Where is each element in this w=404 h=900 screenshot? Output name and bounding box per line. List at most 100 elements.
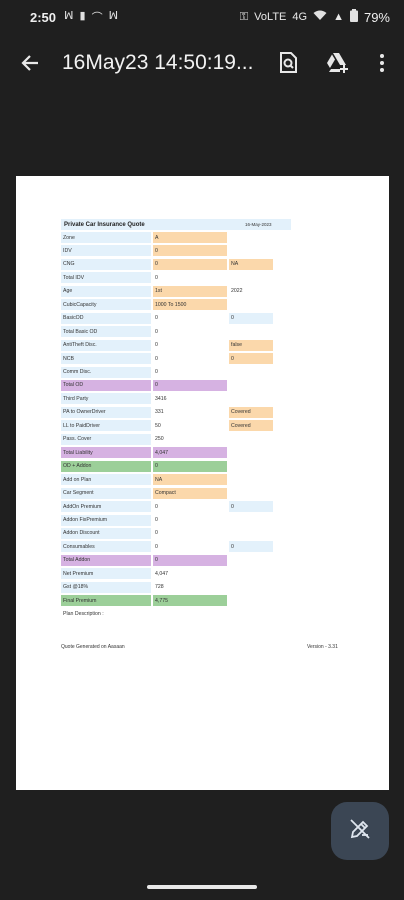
row-note [229, 582, 273, 593]
app-bar: 16May23 14:50:19... [0, 38, 404, 88]
row-value: 0 [155, 530, 158, 537]
row-label: Car Segment [61, 487, 151, 499]
row-note [229, 367, 273, 378]
row-total-liability: Total Liability 4,047 [61, 447, 291, 459]
row-note [229, 568, 273, 579]
row-label: Total Addon [61, 554, 151, 566]
row-note [229, 434, 273, 445]
row-note: Covered [229, 406, 273, 418]
row-note [229, 232, 273, 243]
sheet-title: Private Car Insurance Quote [64, 221, 145, 228]
row-addon-plan: Add on Plan NA [61, 474, 291, 486]
row-label: Gst @18% [61, 581, 151, 593]
row-ll-paid-driver: LL to PaidDriver 50 Covered [61, 420, 291, 432]
find-in-page-icon[interactable] [270, 45, 306, 81]
row-cng: CNG 0 NA [61, 258, 291, 270]
row-addon-premium: AddOn Premium 0 0 [61, 501, 291, 513]
row-value: 0 [155, 328, 158, 335]
row-value: NA [153, 474, 227, 486]
wifi-icon [313, 10, 327, 24]
volte-icon: VoLTE [254, 11, 287, 23]
row-note [229, 515, 273, 526]
row-label: Addon Discount [61, 527, 151, 539]
row-total-idv: Total IDV 0 [61, 272, 291, 284]
row-note: NA [229, 258, 273, 270]
row-note [229, 528, 273, 539]
row-note [229, 393, 273, 404]
document-page[interactable]: Private Car Insurance Quote 16-May-2023 … [16, 176, 389, 790]
row-total-addon: Total Addon 0 [61, 554, 291, 566]
notification-icon: ▮ [79, 10, 86, 22]
row-label: Consumables [61, 541, 151, 553]
row-label: Total OD [61, 379, 151, 391]
row-value: 1000 To 1500 [153, 299, 227, 311]
row-label: OD + Addon [61, 460, 151, 472]
battery-percent: 79% [363, 9, 390, 25]
row-note: 0 [229, 353, 273, 365]
row-note [229, 326, 273, 337]
row-value: 0 [153, 245, 227, 257]
row-addon-discount: Addon Discount 0 [61, 527, 291, 539]
row-pass-cover: Pass. Cover 250 [61, 433, 291, 445]
row-value: 4,775 [153, 595, 227, 607]
row-label: Third Party [61, 393, 151, 405]
row-label: Zone [61, 232, 151, 243]
row-label: Total Basic OD [61, 326, 151, 338]
row-label: Total IDV [61, 272, 151, 284]
row-note [229, 447, 273, 458]
row-label: Age [61, 285, 151, 297]
edit-fab-button[interactable] [331, 802, 389, 860]
drive-add-icon[interactable] [320, 45, 356, 81]
row-value: 0 [155, 503, 158, 510]
row-idv: IDV 0 [61, 245, 291, 257]
row-label: Net Premium [61, 568, 151, 580]
row-comm-disc: Comm Disc. 0 [61, 366, 291, 378]
notification-icons: ꟽ ▮ ⌒ ꟽ [64, 9, 118, 25]
row-label: LL to PaidDriver [61, 420, 151, 432]
row-label: NCB [61, 353, 151, 365]
network-type-icon: 4G [292, 11, 308, 23]
back-arrow-icon[interactable] [12, 45, 48, 81]
row-note [229, 272, 273, 283]
notification-icon: ꟽ [108, 10, 119, 22]
row-note [229, 555, 273, 566]
row-value: 0 [155, 274, 158, 281]
row-pa-owner: PA to OwnerDriver 331 Covered [61, 406, 291, 418]
row-value: A [153, 232, 227, 243]
alarm-icon: ⚿ [239, 10, 249, 23]
row-basic-od: BasicOD 0 0 [61, 312, 291, 324]
row-value: 0 [155, 543, 158, 550]
row-final-premium: Final Premium 4,775 [61, 595, 291, 607]
sheet-header: Private Car Insurance Quote 16-May-2023 [61, 219, 291, 230]
gesture-home-bar[interactable] [147, 885, 257, 889]
row-total-basic-od: Total Basic OD 0 [61, 326, 291, 338]
row-car-segment: Car Segment Compact [61, 487, 291, 499]
row-note [229, 488, 273, 499]
row-label: Comm Disc. [61, 366, 151, 378]
row-zone: Zone A [61, 232, 291, 243]
row-label: PA to OwnerDriver [61, 406, 151, 418]
row-note [229, 245, 273, 256]
row-antitheft: AntiTheft Disc. 0 false [61, 339, 291, 351]
row-third-party: Third Party 3416 [61, 393, 291, 405]
row-note: false [229, 339, 273, 351]
row-label: Add on Plan [61, 474, 151, 486]
row-value: 1st [153, 285, 227, 297]
row-total-od: Total OD 0 [61, 379, 291, 391]
row-plan-description: Plan Description : [61, 609, 291, 620]
row-label: IDV [61, 245, 151, 257]
row-label: Addon FixPremium [61, 514, 151, 526]
more-vert-icon[interactable] [364, 45, 400, 81]
sheet-date: 16-May-2023 [245, 222, 272, 227]
row-ncb: NCB 0 0 [61, 353, 291, 365]
row-value: 50 [155, 422, 161, 429]
row-value: 728 [155, 584, 164, 591]
document-title: 16May23 14:50:19... [62, 51, 254, 74]
row-age: Age 1st 2022 [61, 285, 291, 297]
signal-icon: ▲ [333, 11, 344, 23]
battery-icon [349, 9, 358, 25]
row-label: Total Liability [61, 447, 151, 459]
row-note: 2022 [231, 288, 243, 295]
notification-icon: ⌒ [91, 12, 103, 24]
row-value: 0 [153, 258, 227, 270]
